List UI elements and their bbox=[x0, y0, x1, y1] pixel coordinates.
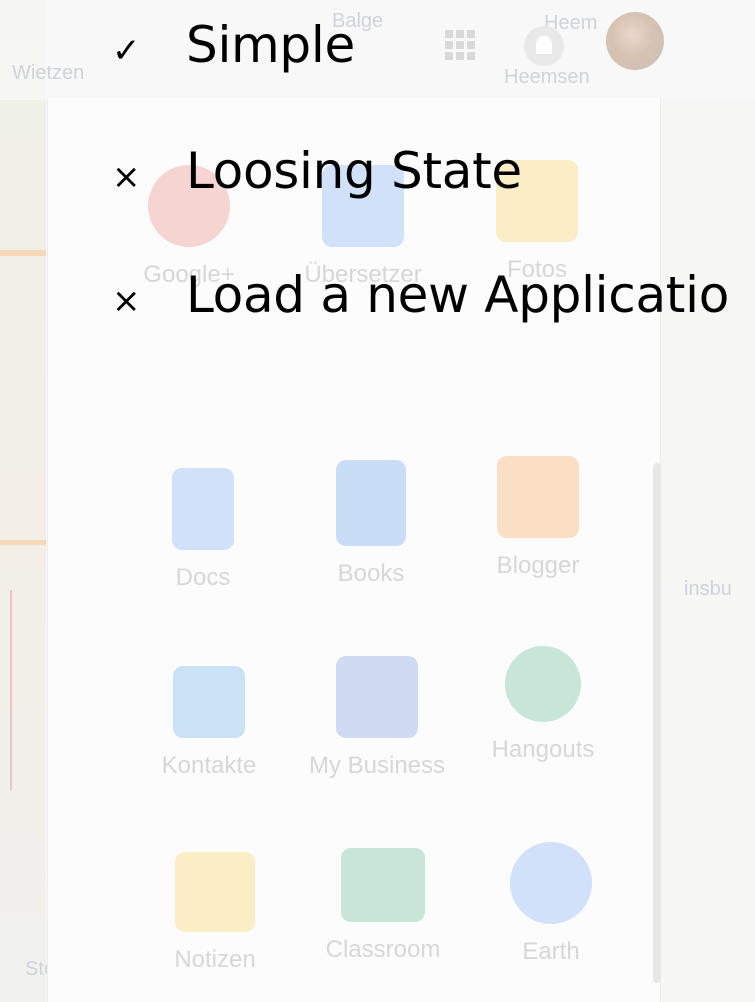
books-icon bbox=[336, 460, 406, 546]
app-label: Books bbox=[337, 560, 405, 587]
scrollbar[interactable] bbox=[653, 463, 661, 983]
contacts-icon bbox=[173, 666, 245, 738]
app-label: My Business bbox=[308, 752, 446, 779]
keep-icon bbox=[175, 852, 255, 932]
bullet-text: Loosing State bbox=[186, 142, 522, 200]
app-earth[interactable]: Earth bbox=[466, 842, 636, 966]
app-my-business[interactable]: My Business bbox=[292, 656, 462, 780]
app-label: Docs bbox=[175, 564, 231, 591]
app-books[interactable]: Books bbox=[286, 460, 456, 588]
app-classroom[interactable]: Classroom bbox=[298, 848, 468, 964]
bullet-item: × Load a new Applicatio bbox=[112, 266, 729, 324]
docs-icon bbox=[172, 468, 234, 550]
bullet-item: × Loosing State bbox=[112, 142, 522, 200]
app-label: Notizen bbox=[174, 946, 256, 973]
hangouts-icon bbox=[505, 646, 581, 722]
app-label: Classroom bbox=[325, 936, 441, 963]
bullet-item: ✓ Simple bbox=[112, 16, 355, 74]
bullet-text: Load a new Applicatio bbox=[186, 266, 729, 324]
classroom-icon bbox=[341, 848, 425, 922]
app-keep[interactable]: Notizen bbox=[130, 852, 300, 974]
map-label: insbu bbox=[684, 578, 732, 600]
app-label: Kontakte bbox=[161, 752, 257, 779]
cross-mark-icon: × bbox=[112, 157, 141, 197]
app-contacts[interactable]: Kontakte bbox=[124, 666, 294, 780]
app-hangouts[interactable]: Hangouts bbox=[458, 646, 628, 764]
app-label: Blogger bbox=[496, 552, 580, 579]
app-docs[interactable]: Docs bbox=[118, 468, 288, 592]
app-blogger[interactable]: Blogger bbox=[453, 456, 623, 580]
app-label: Earth bbox=[522, 938, 580, 965]
slide-bullet-list: ✓ Simple × Loosing State × Load a new Appli… bbox=[0, 0, 755, 360]
map-route bbox=[10, 590, 12, 790]
blogger-icon bbox=[497, 456, 579, 538]
my-business-icon bbox=[336, 656, 418, 738]
bullet-text: Simple bbox=[186, 16, 355, 74]
app-label: Hangouts bbox=[491, 736, 595, 763]
cross-mark-icon: × bbox=[112, 281, 141, 321]
check-mark-icon: ✓ bbox=[112, 31, 141, 71]
map-road bbox=[0, 540, 46, 545]
earth-icon bbox=[510, 842, 592, 924]
